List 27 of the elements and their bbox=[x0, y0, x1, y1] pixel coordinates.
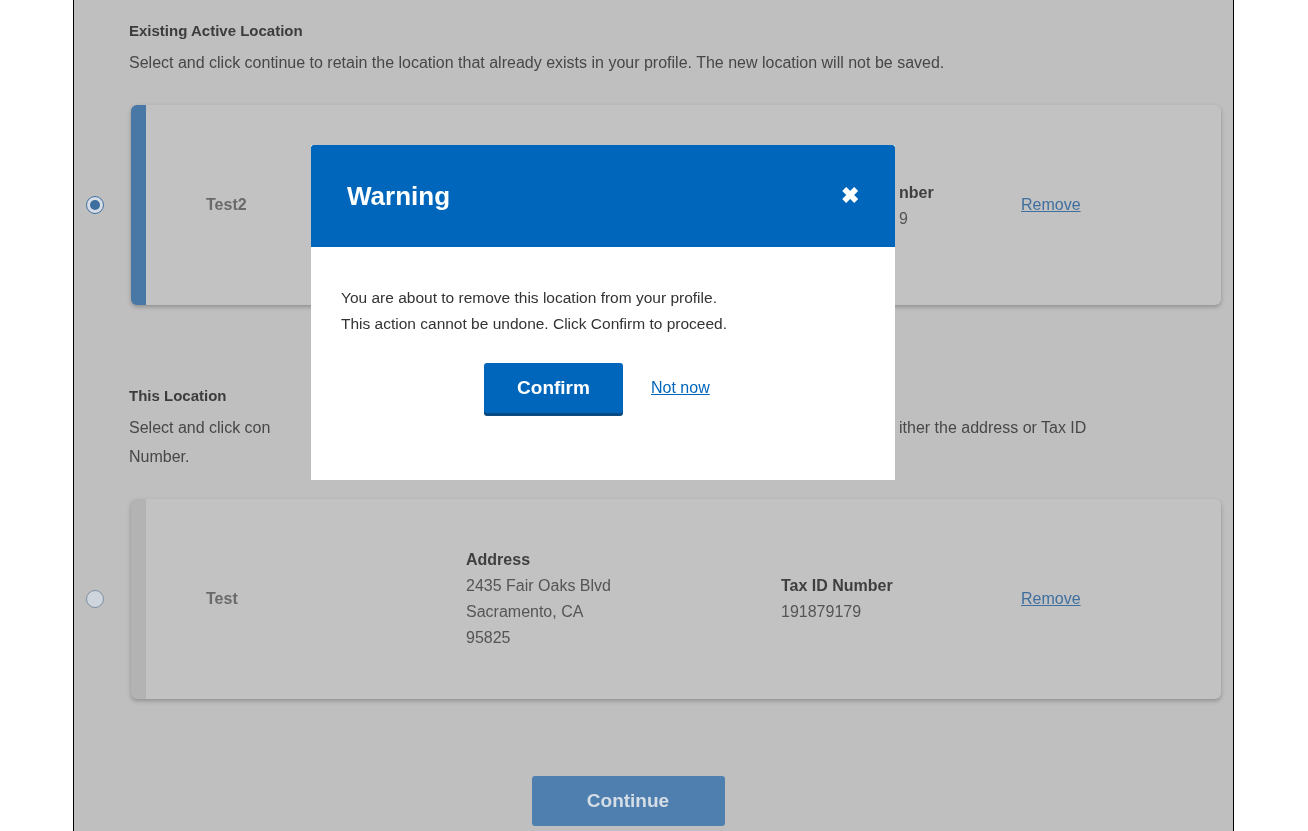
dialog-message: This action cannot be undone. Click Confirm to proceed. bbox=[341, 314, 728, 334]
not-now-link[interactable]: Not now bbox=[651, 376, 710, 400]
section-title: This Location bbox=[129, 386, 227, 406]
column-value: 191879179 bbox=[781, 602, 863, 622]
location-name: Test bbox=[206, 590, 238, 607]
section-description: Select and click con bbox=[129, 418, 272, 438]
column-value: 2435 Fair Oaks Blvd bbox=[466, 576, 612, 596]
section-description: ither the address or Tax ID bbox=[899, 418, 1087, 438]
dialog-message: You are about to remove this location from your profile. bbox=[341, 288, 718, 308]
section-title: Existing Active Location bbox=[129, 21, 303, 41]
continue-button[interactable]: Continue bbox=[531, 776, 725, 826]
column-value: Sacramento, CA bbox=[466, 602, 585, 622]
column-value: 9 bbox=[899, 209, 909, 229]
section-description: Number. bbox=[129, 447, 190, 467]
section-description: Select and click continue to retain the location that already exists in your profile. The new location will not be saved. bbox=[129, 53, 945, 73]
confirm-button[interactable]: Confirm bbox=[484, 363, 623, 413]
close-button[interactable]: ✖ bbox=[841, 185, 859, 207]
column-heading: nber bbox=[899, 183, 935, 203]
column-heading: Address bbox=[466, 550, 532, 570]
dialog-title: Warning bbox=[347, 179, 451, 213]
remove-link[interactable]: Remove bbox=[1021, 193, 1081, 217]
location-name: Test2 bbox=[206, 196, 247, 213]
column-heading: Tax ID Number bbox=[781, 576, 894, 596]
radio-button[interactable] bbox=[86, 590, 104, 608]
column-value: 95825 bbox=[466, 628, 512, 648]
radio-button[interactable] bbox=[86, 196, 104, 214]
remove-link[interactable]: Remove bbox=[1021, 587, 1081, 611]
